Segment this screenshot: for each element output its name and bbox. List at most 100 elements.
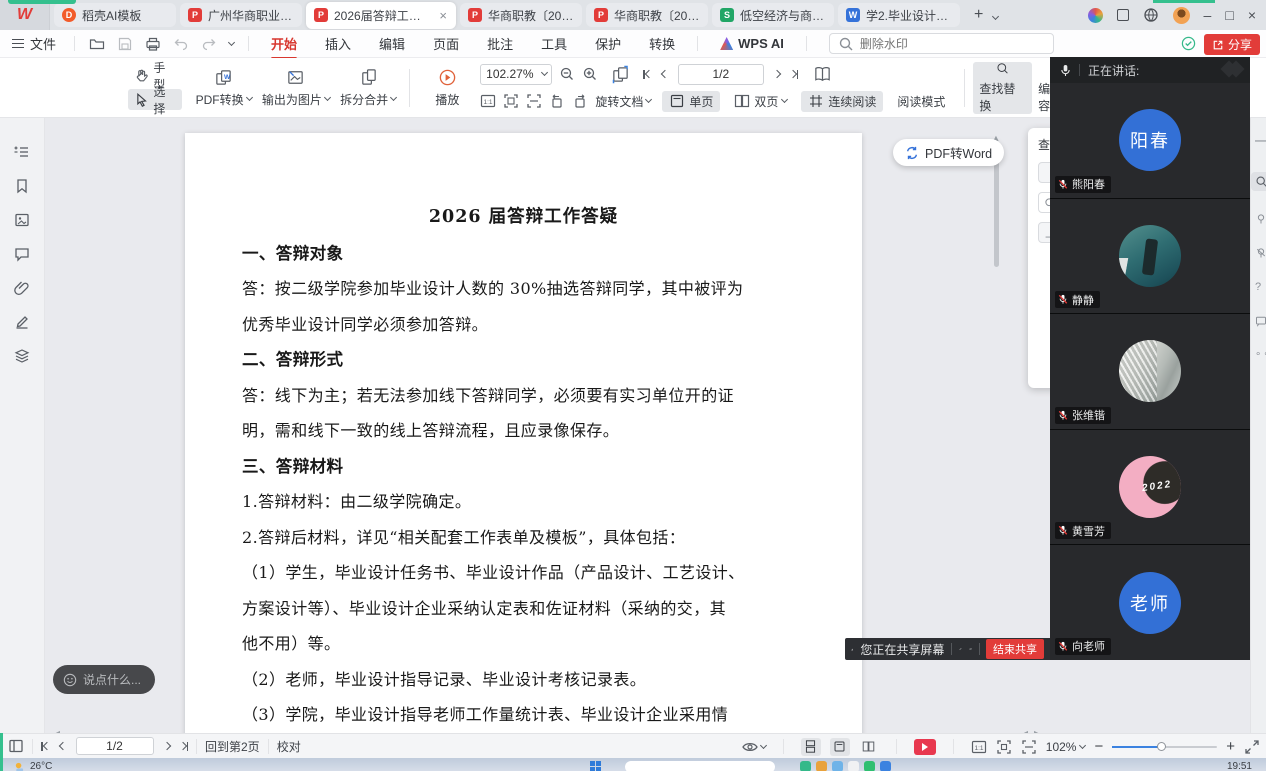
outline-panel-icon[interactable] (14, 144, 30, 160)
menu-protect[interactable]: 保护 (595, 34, 621, 53)
taskbar-search[interactable] (625, 761, 775, 771)
stop-sharing-button[interactable]: 结束共享 (986, 639, 1044, 659)
thumbnail-panel-icon[interactable] (14, 212, 30, 228)
participant-tile[interactable]: 阳春 熊阳春 (1050, 83, 1250, 198)
last-page-button[interactable] (180, 742, 189, 751)
zoom-out-icon[interactable] (559, 66, 575, 82)
pdf-convert-button[interactable]: W PDF转换 (190, 62, 256, 114)
tab-pdf-2[interactable]: P 华商职教〔2025〕95 (460, 3, 582, 27)
feedback-icon[interactable] (1255, 315, 1266, 327)
double-page-view-button[interactable] (859, 738, 879, 756)
prev-page-button[interactable] (58, 742, 66, 750)
zoom-in-icon[interactable] (582, 66, 598, 82)
search-input[interactable] (860, 37, 1020, 51)
zoom-in-button[interactable]: + (1226, 738, 1235, 755)
menu-convert[interactable]: 转换 (649, 34, 675, 53)
taskbar-app-icon[interactable] (848, 761, 859, 771)
more-dots-icon[interactable]: ∘∘ (1251, 349, 1266, 360)
tab-pdf-1[interactable]: P 广州华商职业学院毕业 (180, 3, 302, 27)
last-page-button[interactable] (790, 70, 799, 79)
wps-home-button[interactable]: W (0, 0, 50, 30)
fit-page-icon[interactable] (996, 739, 1012, 755)
hamburger-icon[interactable] (12, 36, 24, 51)
prev-page-button[interactable] (661, 70, 669, 78)
start-button[interactable] (590, 761, 601, 771)
help-icon[interactable]: ? (1251, 281, 1261, 293)
participant-tile[interactable]: 张维锴 (1050, 314, 1250, 429)
menu-comment[interactable]: 批注 (487, 34, 513, 53)
close-window-button[interactable]: × (1248, 8, 1256, 22)
fit-page-icon[interactable] (503, 93, 519, 109)
print-icon[interactable] (145, 36, 161, 52)
view-options-button[interactable] (742, 741, 766, 753)
zoom-out-button[interactable]: − (1094, 738, 1103, 755)
zoom-slider[interactable] (1112, 746, 1217, 748)
panel-toggle-icon[interactable] (8, 738, 24, 754)
continuous-read-button[interactable]: 连续阅读 (801, 91, 883, 112)
rotate-doc-button[interactable]: 旋转文档 (595, 93, 651, 110)
minimize-button[interactable]: – (1204, 8, 1212, 22)
taskbar-app-icon[interactable] (832, 761, 843, 771)
theme-icon[interactable] (1088, 8, 1103, 23)
hide-view-icon[interactable] (969, 642, 972, 656)
annotate-pen-icon[interactable] (14, 314, 30, 330)
tab-pdf-3[interactable]: P 华商职教〔2025〕96 (586, 3, 708, 27)
next-page-button[interactable] (162, 742, 170, 750)
comments-panel-icon[interactable] (14, 246, 30, 262)
participant-tile[interactable]: 老师 向老师 (1050, 545, 1250, 660)
undo-icon[interactable] (173, 36, 189, 52)
actual-size-icon[interactable]: 1:1 (971, 739, 987, 755)
close-tab-icon[interactable]: × (438, 8, 448, 23)
tab-word[interactable]: W 学2.毕业设计封面及 (838, 3, 960, 27)
single-page-view-button[interactable] (830, 738, 850, 756)
actual-size-icon[interactable]: 1:1 (480, 93, 496, 109)
participant-tile[interactable]: 2022 黄雪芳 (1050, 430, 1250, 545)
globe-icon[interactable] (1143, 7, 1159, 23)
single-page-button[interactable]: 单页 (662, 91, 720, 112)
panel-search-icon[interactable] (1251, 172, 1266, 191)
menu-page[interactable]: 页面 (433, 34, 459, 53)
redo-icon[interactable] (201, 36, 217, 52)
play-button[interactable]: 播放 (418, 62, 476, 114)
rotate-right-icon[interactable] (572, 93, 588, 109)
menu-wps-ai[interactable]: WPS AI (720, 36, 784, 51)
taskbar-app-icon[interactable] (816, 761, 827, 771)
menu-home[interactable]: 开始 (271, 34, 297, 53)
read-mode-button[interactable]: 阅读模式 (890, 91, 952, 112)
zoom-select[interactable]: 102.27% (480, 64, 552, 85)
toolbar-search[interactable] (829, 33, 1054, 54)
user-avatar[interactable] (1173, 7, 1190, 24)
tab-list-caret-icon[interactable] (991, 4, 1000, 26)
tab-sheet[interactable]: S 低空经济与商务学院毕 (712, 3, 834, 27)
select-tool-button[interactable]: 选择 (128, 89, 182, 110)
export-image-button[interactable]: 输出为图片 (257, 62, 335, 114)
annotation-disabled-icon[interactable] (959, 642, 962, 656)
zoom-level-dropdown[interactable]: 102% (1046, 740, 1086, 754)
restore-button[interactable]: □ (1225, 8, 1233, 22)
first-page-button[interactable] (643, 70, 652, 79)
book-icon[interactable] (813, 65, 832, 84)
taskbar-app-icon[interactable] (880, 761, 891, 771)
workspace-icon[interactable] (1117, 9, 1129, 21)
first-page-button[interactable] (41, 742, 50, 751)
next-page-button[interactable] (773, 70, 781, 78)
meeting-chat-input[interactable]: 说点什么... (53, 665, 155, 694)
zoom-slider-knob[interactable] (1157, 742, 1166, 751)
share-button[interactable]: 分享 (1204, 34, 1260, 55)
menu-tools[interactable]: 工具 (541, 34, 567, 53)
bookmark-panel-icon[interactable] (14, 178, 30, 194)
rotate-left-icon[interactable] (549, 93, 565, 109)
presentation-play-button[interactable] (914, 739, 936, 755)
proofread-button[interactable]: 校对 (277, 738, 301, 755)
participant-tile[interactable]: 静静 (1050, 199, 1250, 314)
weather-widget[interactable]: 26°C (14, 761, 52, 771)
double-page-button[interactable]: 双页 (727, 91, 794, 112)
tab-active-document[interactable]: P 2026届答辩工作答 × (306, 2, 456, 29)
swap-pages-icon[interactable] (611, 65, 630, 84)
menu-insert[interactable]: 插入 (325, 34, 351, 53)
menu-edit[interactable]: 编辑 (379, 34, 405, 53)
pin-icon[interactable] (1255, 213, 1266, 225)
pin-off-icon[interactable] (1255, 247, 1266, 259)
taskbar-app-icon[interactable] (800, 761, 811, 771)
page-number-field[interactable]: 1/2 (678, 64, 764, 85)
